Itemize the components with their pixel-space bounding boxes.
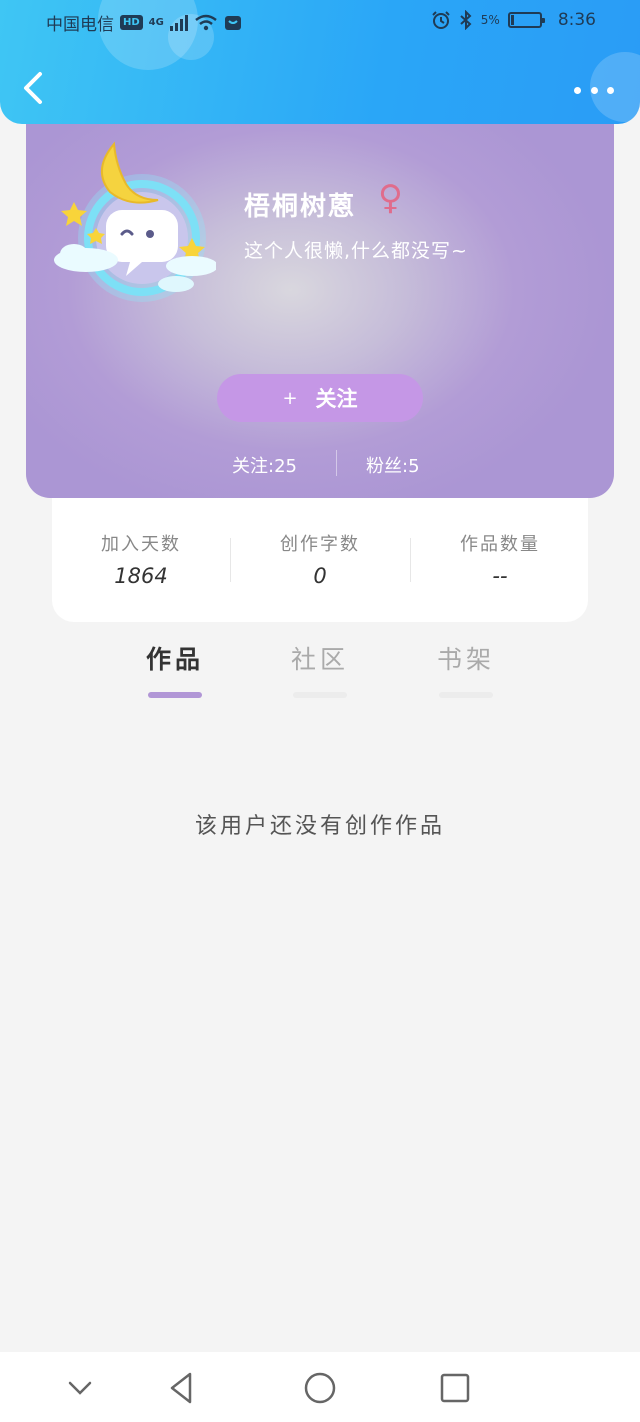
tab-indicator	[293, 692, 347, 698]
content-tabs: 作品 社区 书架	[0, 640, 640, 704]
chevron-down-icon	[68, 1381, 92, 1395]
alarm-icon	[432, 11, 450, 29]
clock: 8:36	[557, 10, 596, 30]
more-dots-icon	[574, 86, 581, 94]
plus-icon: +	[282, 387, 298, 409]
hd-badge: HD	[120, 15, 143, 30]
battery-percent: 5%	[480, 13, 500, 27]
signal-icon	[169, 14, 188, 31]
tab-works[interactable]: 作品	[115, 640, 235, 698]
empty-state-message: 该用户还没有创作作品	[194, 814, 445, 839]
wifi-icon	[195, 14, 217, 30]
fans-count[interactable]: 粉丝:5	[366, 452, 420, 478]
stat-label: 作品数量	[460, 534, 540, 555]
tab-indicator	[148, 692, 202, 698]
tab-label: 社区	[290, 645, 349, 674]
tab-community[interactable]: 社区	[260, 640, 380, 698]
more-options-button[interactable]	[574, 76, 614, 104]
tab-label: 作品	[145, 645, 204, 674]
following-count[interactable]: 关注:25	[232, 452, 297, 478]
nav-home-button[interactable]	[302, 1370, 338, 1406]
follow-button[interactable]: + 关注	[217, 374, 423, 422]
tab-label: 书架	[436, 645, 495, 674]
nav-recents-button[interactable]	[437, 1370, 473, 1406]
nav-collapse-button[interactable]	[62, 1370, 98, 1406]
stat-value: 1864	[114, 564, 168, 588]
app-notification-icon	[224, 15, 241, 30]
follow-stats: 关注:25 粉丝:5	[26, 450, 614, 480]
avatar[interactable]	[46, 130, 216, 310]
follow-button-label: 关注	[315, 387, 358, 411]
battery-icon	[507, 12, 545, 28]
tab-bookshelf[interactable]: 书架	[406, 640, 526, 698]
chevron-left-icon	[24, 72, 42, 104]
divider	[336, 450, 337, 476]
female-gender-icon: ♀	[378, 178, 403, 218]
recents-square-icon	[440, 1373, 470, 1403]
tab-indicator	[439, 692, 493, 698]
status-bar: 中国电信 HD 4G 5% 8:36	[0, 0, 640, 40]
username: 梧桐树蒽	[244, 192, 357, 222]
home-circle-icon	[304, 1372, 336, 1404]
stat-label: 创作字数	[280, 534, 360, 555]
user-stats-card: 加入天数 1864 创作字数 0 作品数量 --	[52, 496, 588, 622]
stat-value: 0	[313, 564, 327, 588]
profile-card: 梧桐树蒽 ♀ 这个人很懒,什么都没写~ + 关注 关注:25 粉丝:5	[26, 100, 614, 498]
nav-back-button[interactable]	[164, 1370, 200, 1406]
bluetooth-icon	[460, 10, 472, 30]
stat-value: --	[492, 564, 508, 588]
top-app-bar: 中国电信 HD 4G 5% 8:36	[0, 0, 640, 124]
back-triangle-icon	[170, 1372, 192, 1404]
system-nav-bar	[0, 1352, 640, 1422]
user-bio: 这个人很懒,什么都没写~	[244, 240, 468, 262]
back-button[interactable]	[20, 70, 50, 110]
stat-label: 加入天数	[101, 534, 181, 555]
carrier-label: 中国电信	[46, 15, 114, 35]
network-type: 4G	[148, 17, 164, 28]
